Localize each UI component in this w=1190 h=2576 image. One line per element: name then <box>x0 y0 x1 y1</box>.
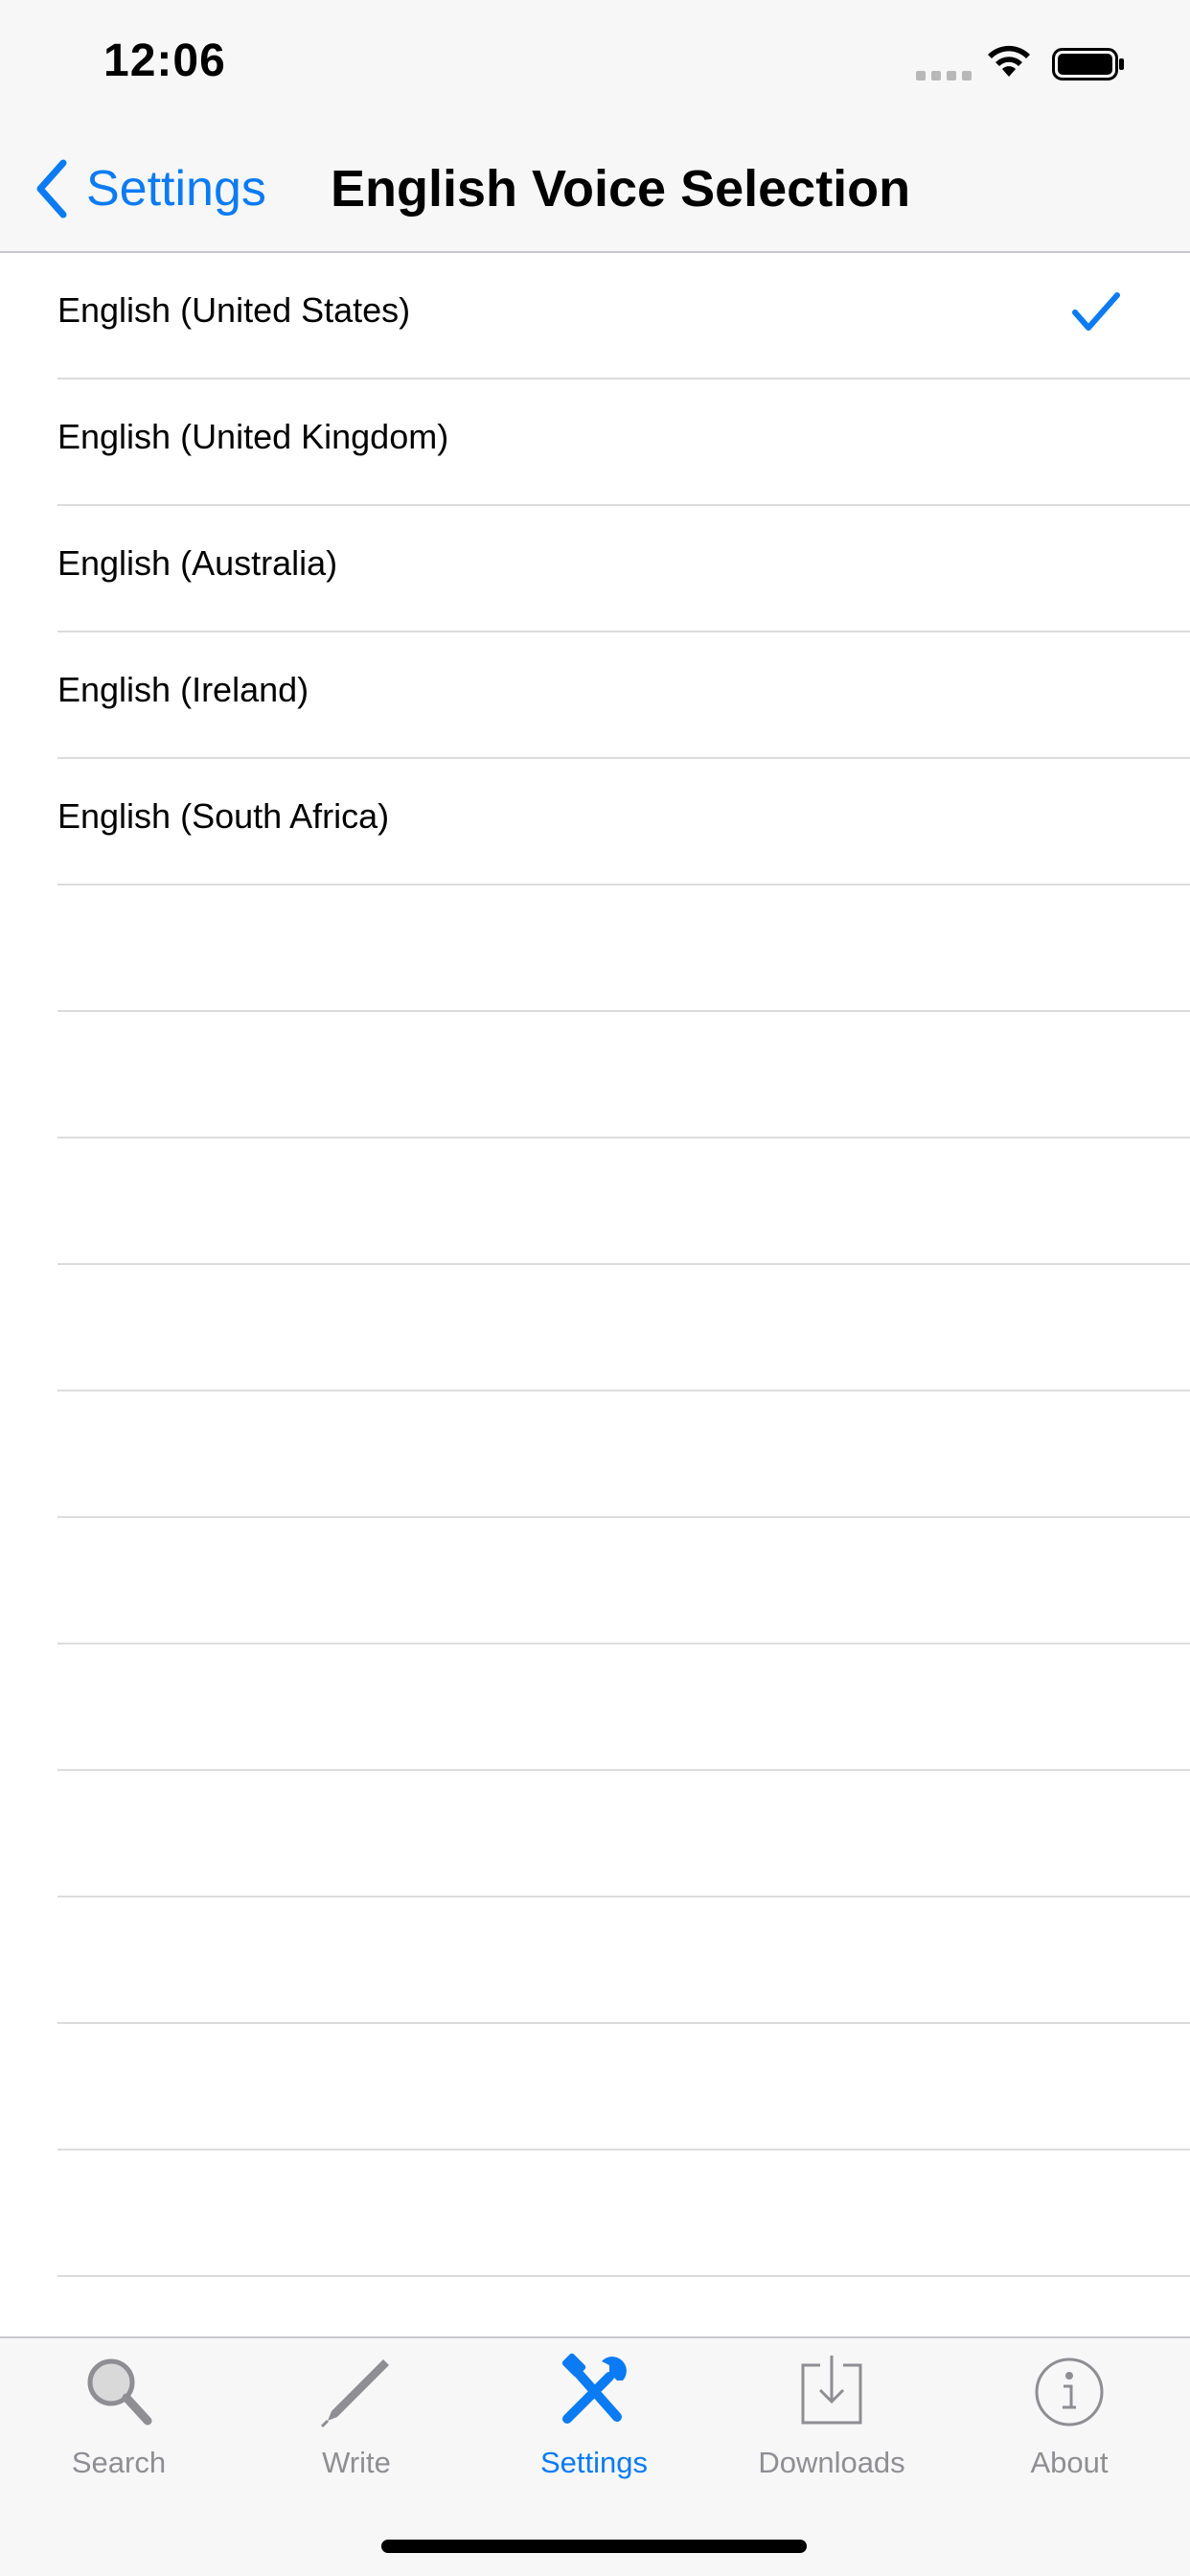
tab-about[interactable]: About <box>950 2352 1188 2496</box>
empty-row <box>0 1392 1190 1518</box>
cellular-signal-icon <box>916 71 972 80</box>
page-title: English Voice Selection <box>331 160 911 218</box>
empty-row <box>0 1012 1190 1138</box>
search-icon <box>87 2358 152 2426</box>
tab-label: About <box>1030 2446 1109 2479</box>
voice-label: English (Australia) <box>57 543 338 583</box>
empty-row <box>0 1265 1190 1392</box>
empty-row <box>0 1644 1190 1771</box>
tab-settings[interactable]: Settings <box>475 2352 713 2496</box>
battery-icon <box>1052 48 1124 80</box>
navigation-bar: Settings English Voice Selection <box>0 126 1190 253</box>
tab-label: Search <box>71 2446 167 2479</box>
empty-row <box>0 2150 1190 2277</box>
chevron-left-icon <box>36 159 67 218</box>
voice-row[interactable]: English (United Kingdom) <box>0 380 1190 506</box>
voice-label: English (United States) <box>57 290 411 330</box>
checkmark-icon <box>1072 292 1120 331</box>
empty-row <box>0 1138 1190 1265</box>
voice-row[interactable]: English (South Africa) <box>0 759 1190 886</box>
tab-label: Settings <box>539 2446 648 2479</box>
tab-write[interactable]: Write <box>238 2352 475 2496</box>
empty-row <box>0 886 1190 1012</box>
empty-row <box>0 2024 1190 2150</box>
wifi-icon <box>988 45 1030 77</box>
back-button[interactable]: Settings <box>33 155 266 222</box>
voice-row[interactable]: English (Ireland) <box>0 632 1190 759</box>
voice-row[interactable]: English (Australia) <box>0 506 1190 632</box>
voice-label: English (South Africa) <box>57 796 390 836</box>
empty-row <box>0 1898 1190 2024</box>
voice-row[interactable]: English (United States) <box>0 253 1190 380</box>
home-indicator[interactable] <box>381 2540 807 2553</box>
tools-icon <box>561 2353 627 2424</box>
empty-row <box>0 1518 1190 1644</box>
tab-label: Write <box>322 2446 391 2479</box>
tab-search[interactable]: Search <box>0 2352 238 2496</box>
empty-row <box>0 1771 1190 1898</box>
pencil-icon <box>320 2359 389 2428</box>
voice-list: English (United States) English (United … <box>0 253 1190 2277</box>
voice-label: English (United Kingdom) <box>57 417 449 456</box>
info-icon <box>1035 2358 1104 2426</box>
back-button-label: Settings <box>86 161 266 217</box>
download-icon <box>801 2356 862 2425</box>
tab-downloads[interactable]: Downloads <box>713 2352 950 2496</box>
tab-label: Downloads <box>758 2446 905 2479</box>
voice-label: English (Ireland) <box>57 670 309 709</box>
status-time: 12:06 <box>103 35 226 86</box>
status-bar: 12:06 <box>0 0 1190 126</box>
